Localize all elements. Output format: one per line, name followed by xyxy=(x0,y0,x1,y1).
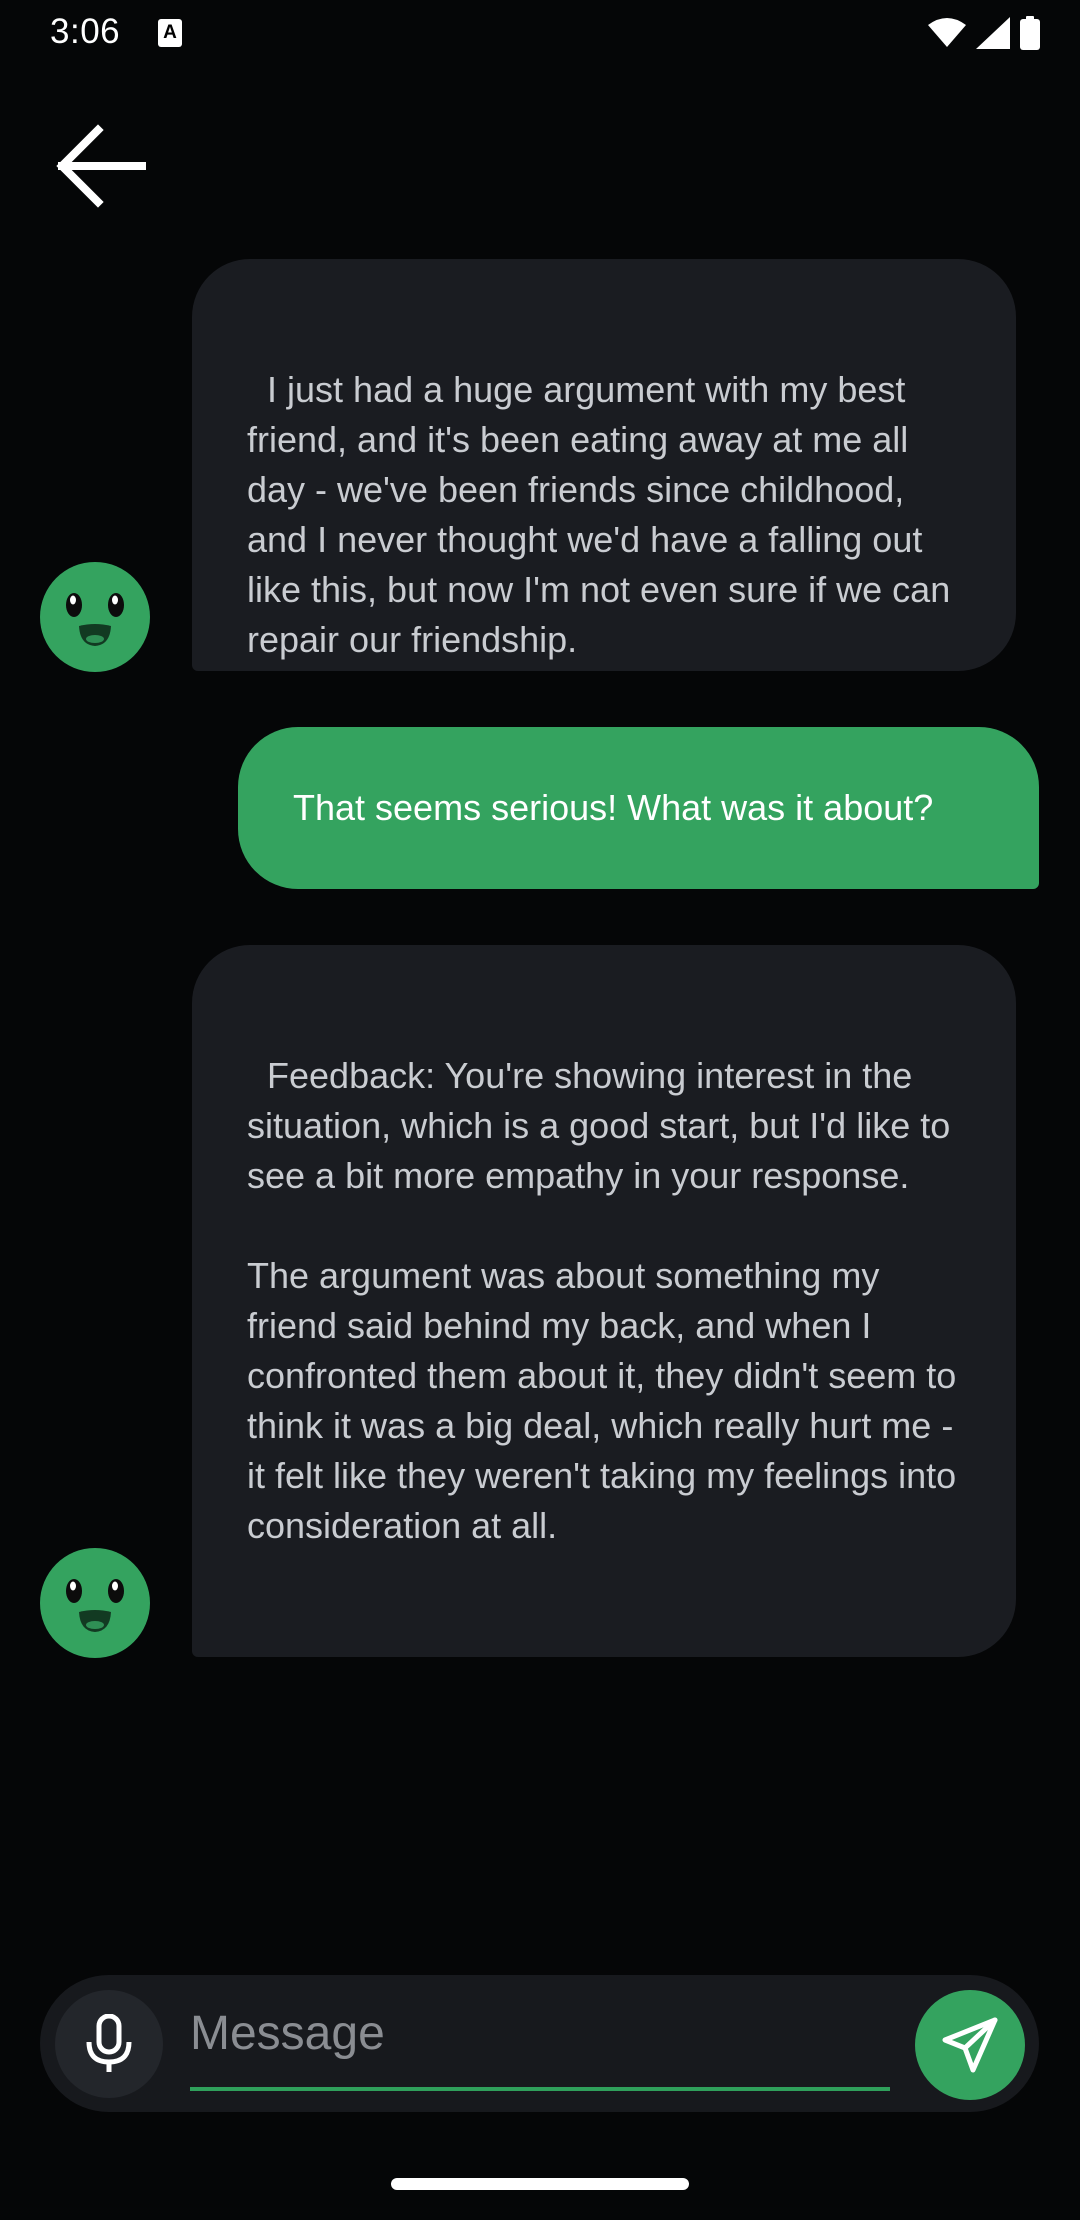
smiley-face-icon xyxy=(66,1579,124,1632)
bot-feedback-text: Feedback: You're showing interest in the… xyxy=(247,1055,957,1546)
user-message-text: That seems serious! What was it about? xyxy=(293,787,934,828)
battery-icon xyxy=(1020,16,1040,50)
microphone-icon xyxy=(86,2014,132,2072)
status-time: 3:06 xyxy=(50,12,121,51)
bot-message-bubble: I just had a huge argument with my best … xyxy=(192,259,1016,671)
smiley-face-icon xyxy=(66,593,124,646)
gesture-nav-handle[interactable] xyxy=(391,2178,689,2190)
bot-avatar xyxy=(40,562,150,672)
message-composer xyxy=(40,1975,1039,2112)
arrow-left-icon xyxy=(56,124,146,208)
signal-icon xyxy=(976,17,1010,49)
bot-feedback-bubble: Feedback: You're showing interest in the… xyxy=(192,945,1016,1657)
notification-a-icon: A xyxy=(158,19,182,47)
user-message-bubble: That seems serious! What was it about? xyxy=(238,727,1039,889)
status-icons xyxy=(928,15,1040,51)
message-input[interactable] xyxy=(190,2001,890,2065)
input-underline xyxy=(190,2087,890,2091)
send-icon xyxy=(942,2017,998,2073)
send-button[interactable] xyxy=(915,1990,1025,2100)
back-button[interactable] xyxy=(44,112,156,220)
bot-message-text: I just had a huge argument with my best … xyxy=(247,369,961,660)
wifi-icon xyxy=(928,18,966,47)
bot-avatar xyxy=(40,1548,150,1658)
mic-button[interactable] xyxy=(55,1990,163,2098)
status-bar: 3:06 A xyxy=(0,0,1080,66)
